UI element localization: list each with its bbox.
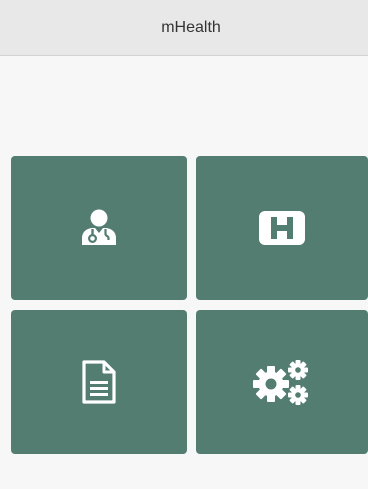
records-tile[interactable] (11, 310, 187, 454)
document-icon (81, 359, 117, 405)
hospital-tile[interactable] (196, 156, 368, 300)
app-screen: mHealth (0, 0, 368, 489)
doctors-tile[interactable] (11, 156, 187, 300)
app-header: mHealth (0, 0, 368, 56)
hospital-icon (259, 211, 305, 245)
settings-tile[interactable] (196, 310, 368, 454)
doctor-icon (77, 208, 121, 248)
app-title: mHealth (161, 18, 221, 36)
gears-icon (252, 359, 312, 405)
